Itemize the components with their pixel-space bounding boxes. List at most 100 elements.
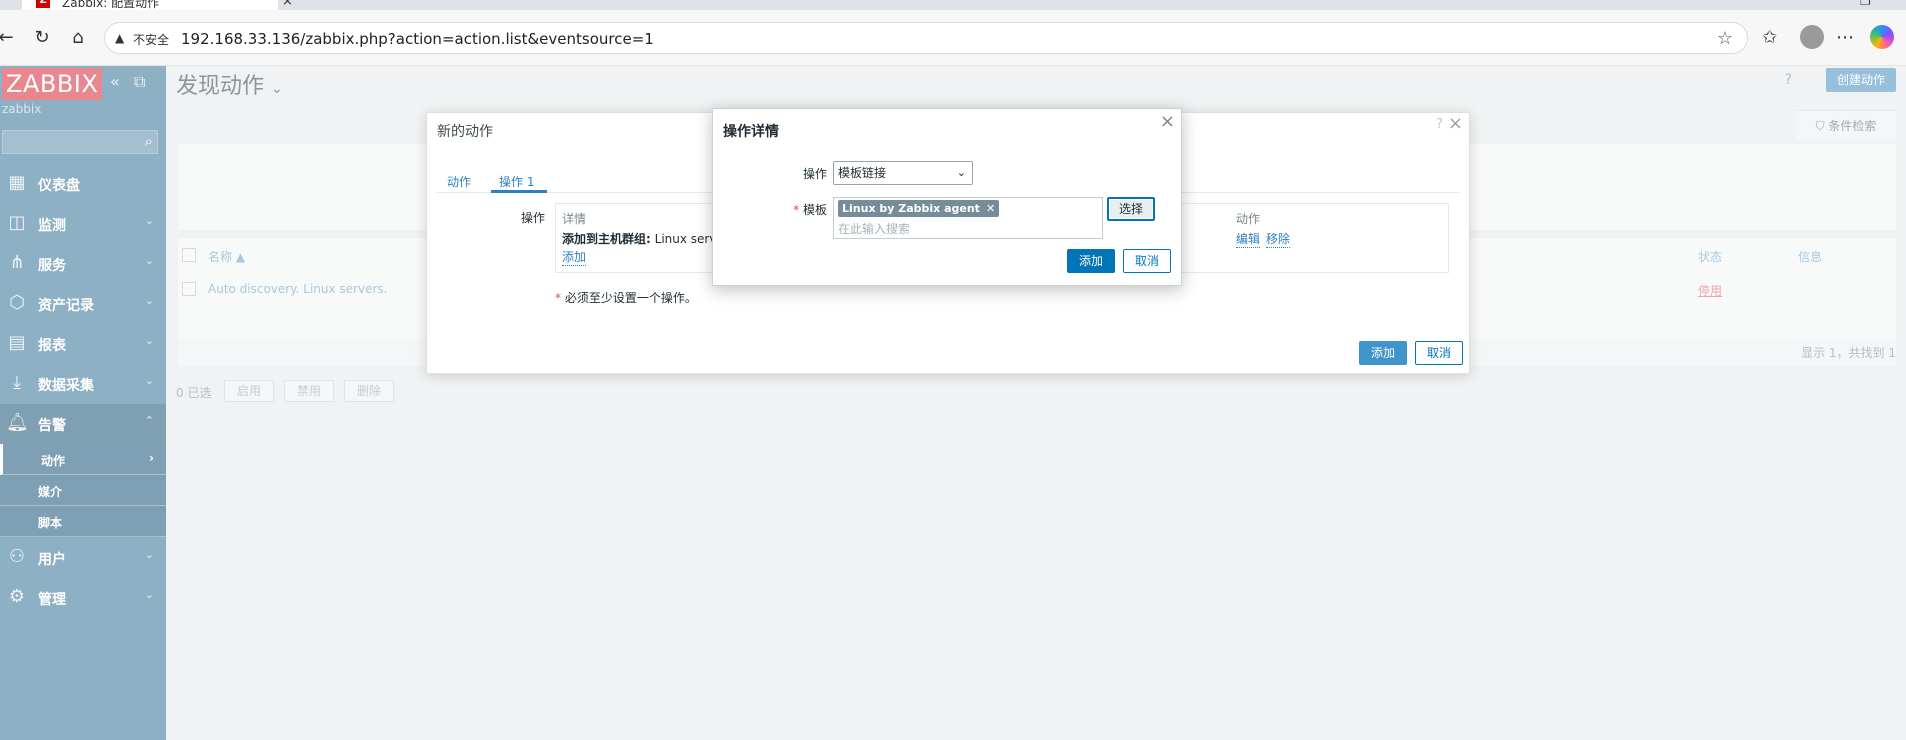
selected-count: 0 已选 [176,386,212,400]
submenu-item-actions[interactable]: 动作 › [0,444,166,475]
page-title[interactable]: 发现动作 ⌄ [176,68,283,100]
address-bar[interactable]: ▲ 不安全 192.168.33.136/zabbix.php?action=a… [104,22,1748,54]
submenu-item-media[interactable]: 媒介 [0,475,166,506]
monitoring-icon: ◫ [8,212,26,233]
warning-icon: ▲ [115,31,125,45]
submenu-item-scripts[interactable]: 脚本 [0,506,166,537]
required-note: * 必须至少设置一个操作。 [555,289,697,306]
page-title-text: 发现动作 [176,74,265,99]
users-icon: ⚇ [8,546,26,567]
template-multiselect[interactable]: Linux by Zabbix agent ✕ 在此输入搜索 [833,197,1103,239]
sidebar-search-input[interactable]: ⌕ [2,130,158,154]
select-all-checkbox[interactable] [182,248,196,262]
gear-icon: ⚙ [8,586,26,607]
not-secure-label: 不安全 [133,33,170,47]
sidebar-item-alerts[interactable]: 🔔︎ 告警 ⌃ [0,404,166,444]
close-icon[interactable]: × [1448,113,1463,134]
help-icon[interactable]: ? [1436,117,1443,132]
create-action-button[interactable]: 创建动作 [1825,68,1896,92]
column-header-status[interactable]: 状态 [1698,248,1722,265]
tab-action[interactable]: 动作 [447,173,471,190]
sidebar-item-label: 管理 [38,592,66,608]
template-label: * 模板 [767,201,827,218]
tab-close-icon[interactable]: × [282,0,293,9]
submenu-item-label: 媒介 [38,485,63,499]
home-icon[interactable]: ⌂ [66,26,90,50]
column-header-name[interactable]: 名称 ▲ [208,248,245,265]
window-restore-icon[interactable]: ❐ [1860,0,1871,8]
active-tab-indicator [491,190,547,193]
sidebar-item-dashboard[interactable]: ▦ 仪表盘 [0,164,166,204]
cancel-button[interactable]: 取消 [1123,249,1171,273]
cancel-button[interactable]: 取消 [1415,341,1463,365]
select-template-button[interactable]: 选择 [1107,197,1155,221]
close-icon[interactable]: × [1160,111,1175,132]
status-badge[interactable]: 停用 [1698,282,1722,299]
sidebar-item-label: 用户 [38,552,66,568]
profile-avatar[interactable] [1800,25,1824,49]
copilot-icon[interactable] [1870,25,1894,49]
reports-icon: ▤ [8,332,26,353]
sidebar-item-label: 告警 [38,418,66,434]
edit-link[interactable]: 编辑 [1236,230,1261,248]
dashboard-icon: ▦ [8,172,26,193]
chevron-down-icon: ⌄ [144,588,154,601]
chevron-down-icon: ⌄ [144,334,154,347]
bell-icon: 🔔︎ [6,412,29,433]
delete-button[interactable]: 删除 [344,380,395,402]
more-menu-icon[interactable]: ⋯ [1836,26,1854,50]
sidebar-item-label: 监测 [38,218,66,234]
sidebar-item-monitoring[interactable]: ◫ 监测 ⌄ [0,204,166,244]
operation-label: 操作 [802,167,827,181]
submenu-item-label: 动作 [41,454,66,468]
chevron-down-icon: ⌄ [144,254,154,267]
operation-details: 添加到主机群组: Linux serve [562,230,724,247]
reload-icon[interactable]: ↻ [30,26,54,50]
collapse-sidebar-icon[interactable]: « [110,72,120,91]
favorites-icon[interactable]: ✩ [1762,26,1777,50]
remove-chip-icon[interactable]: ✕ [986,202,995,215]
data-collection-icon: ⤓ [13,372,21,393]
chevron-down-icon: ⌄ [144,294,154,307]
url-text[interactable]: 192.168.33.136/zabbix.php?action=action.… [181,30,654,48]
row-checkbox[interactable] [182,282,196,296]
sidebar-item-users[interactable]: ⚇ 用户 ⌄ [0,538,166,578]
remove-link[interactable]: 移除 [1266,230,1291,248]
enable-button[interactable]: 启用 [224,380,275,402]
sidebar-item-administration[interactable]: ⚙ 管理 ⌄ [0,578,166,618]
search-icon[interactable]: ⌕ [145,132,153,150]
back-icon[interactable]: ← [0,26,18,50]
sidebar-item-label: 报表 [38,338,66,354]
add-button[interactable]: 添加 [1359,341,1407,365]
server-name: zabbix [2,102,42,116]
required-mark: * [793,203,800,217]
template-search-input[interactable]: 在此输入搜索 [838,220,910,237]
tab-operations[interactable]: 操作 1 [499,173,534,190]
chevron-down-icon: ⌄ [144,214,154,227]
sidebar-item-services[interactable]: ⋔ 服务 ⌄ [0,244,166,284]
sidebar-item-data-collection[interactable]: ⤓ 数据采集 ⌄ [0,364,166,404]
kiosk-mode-icon[interactable]: ⧉ [134,72,145,92]
column-header-info: 信息 [1798,250,1823,264]
sidebar-item-inventory[interactable]: ⬡ 资产记录 ⌄ [0,284,166,324]
filter-tab[interactable]: ⛉ 条件检索 [1796,110,1896,140]
tab-count: 1 [526,175,535,189]
action-name-link[interactable]: Auto discovery. Linux servers. [208,282,387,296]
browser-toolbar: ← ↻ ⌂ ▲ 不安全 192.168.33.136/zabbix.php?ac… [0,10,1906,66]
services-icon: ⋔ [9,252,25,273]
tab-label: 操作 [499,175,524,189]
filter-tab-label: 条件检索 [1828,119,1877,133]
browser-tab-title: Zabbix: 配置动作 [62,0,160,10]
sidebar-item-reports[interactable]: ▤ 报表 ⌄ [0,324,166,364]
sidebar-item-label: 服务 [38,258,66,274]
submenu-item-label: 脚本 [38,516,63,530]
chip-label: Linux by Zabbix agent [842,202,980,215]
operation-select[interactable]: 模板链接 ⌄ [833,161,973,185]
help-icon[interactable]: ? [1785,72,1792,88]
add-button[interactable]: 添加 [1067,249,1115,273]
sidebar-item-label: 仪表盘 [38,178,80,194]
zabbix-logo[interactable]: ZABBIX [2,68,103,100]
favorite-star-icon[interactable]: ☆ [1717,28,1733,49]
add-operation-link[interactable]: 添加 [562,248,587,266]
disable-button[interactable]: 禁用 [284,380,335,402]
